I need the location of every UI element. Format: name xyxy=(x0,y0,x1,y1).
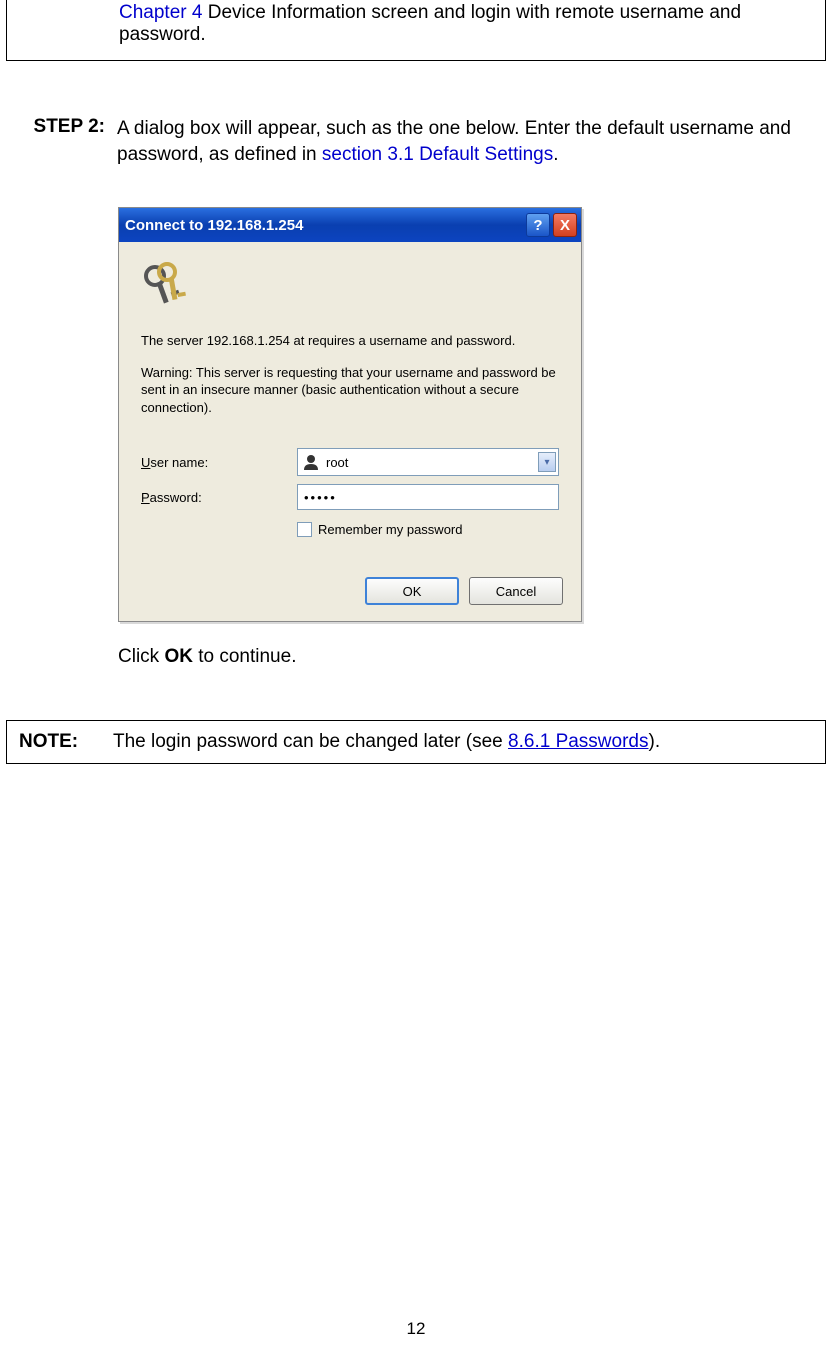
remember-label: Remember my password xyxy=(318,522,463,537)
note-box: NOTE: The login password can be changed … xyxy=(6,720,826,764)
click-ok-text: Click OK to continue. xyxy=(0,622,832,668)
password-label: Password: xyxy=(141,490,297,505)
close-button[interactable]: X xyxy=(553,213,577,237)
help-icon: ? xyxy=(533,217,542,234)
username-label: User name: xyxy=(141,455,297,470)
password-value: ••••• xyxy=(304,490,337,505)
top-text: Chapter 4 Device Information screen and … xyxy=(17,2,815,46)
dropdown-button[interactable]: ▾ xyxy=(538,452,556,472)
chapter-4-link[interactable]: Chapter 4 xyxy=(119,2,202,23)
dialog-titlebar[interactable]: Connect to 192.168.1.254 ? X xyxy=(119,208,581,242)
chevron-down-icon: ▾ xyxy=(544,457,549,468)
user-avatar-icon xyxy=(302,453,320,471)
auth-dialog: Connect to 192.168.1.254 ? X The xyxy=(118,207,582,622)
help-button[interactable]: ? xyxy=(526,213,550,237)
username-value: root xyxy=(326,455,538,470)
note-body: The login password can be changed later … xyxy=(113,731,813,753)
keys-icon xyxy=(137,262,187,312)
dialog-title: Connect to 192.168.1.254 xyxy=(125,217,523,234)
step-2-label: STEP 2: xyxy=(12,116,117,167)
note-label: NOTE: xyxy=(19,731,113,753)
step-text-after: . xyxy=(553,144,558,165)
dialog-message-1: The server 192.168.1.254 at requires a u… xyxy=(141,332,559,350)
top-text-rest: Device Information screen and login with… xyxy=(119,2,741,45)
dialog-message-2: Warning: This server is requesting that … xyxy=(141,364,559,417)
password-input[interactable]: ••••• xyxy=(297,484,559,510)
cancel-button[interactable]: Cancel xyxy=(469,577,563,605)
close-icon: X xyxy=(560,217,570,234)
step-2-body: A dialog box will appear, such as the on… xyxy=(117,116,820,167)
page-number: 12 xyxy=(0,1319,832,1339)
top-continuation-box: Chapter 4 Device Information screen and … xyxy=(6,0,826,61)
username-combobox[interactable]: root ▾ xyxy=(297,448,559,476)
passwords-link[interactable]: 8.6.1 Passwords xyxy=(508,731,648,752)
remember-checkbox[interactable] xyxy=(297,522,312,537)
ok-button[interactable]: OK xyxy=(365,577,459,605)
section-3-1-link[interactable]: section 3.1 Default Settings xyxy=(322,144,553,165)
